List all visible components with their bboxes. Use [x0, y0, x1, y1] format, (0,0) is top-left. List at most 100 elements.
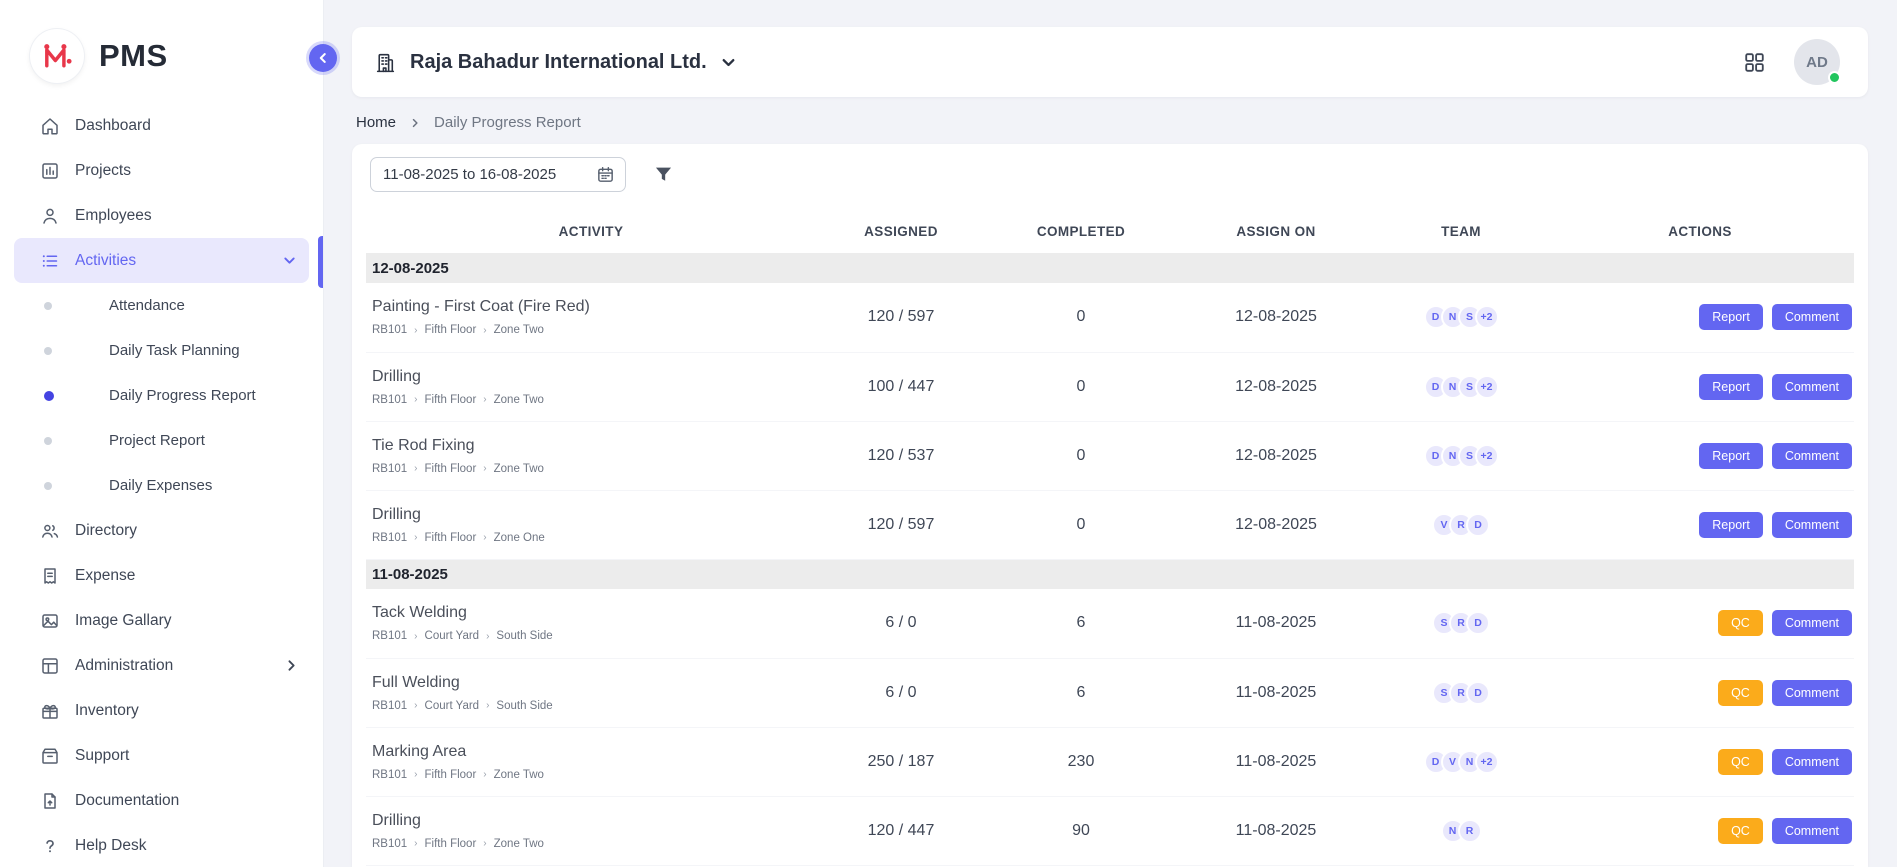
sidebar-item-documentation[interactable]: Documentation — [0, 778, 323, 823]
team-avatar-stack: VRD — [1432, 513, 1490, 537]
sidebar-item-projects[interactable]: Projects — [0, 148, 323, 193]
company-selector[interactable]: Raja Bahadur International Ltd. — [374, 51, 737, 74]
comment-button[interactable]: Comment — [1772, 512, 1852, 538]
sidebar-subitem-daily-task-planning[interactable]: Daily Task Planning — [0, 328, 323, 373]
group-date-label: 11-08-2025 — [366, 559, 1854, 589]
breadcrumb-home[interactable]: Home — [356, 114, 396, 131]
comment-button[interactable]: Comment — [1772, 304, 1852, 330]
completed-value: 0 — [986, 352, 1176, 421]
qc-button[interactable]: QC — [1718, 680, 1763, 706]
comment-button[interactable]: Comment — [1772, 443, 1852, 469]
bullet-dot-icon — [44, 482, 52, 490]
sidebar-subitem-daily-progress-report[interactable]: Daily Progress Report — [0, 373, 323, 418]
report-button[interactable]: Report — [1699, 374, 1763, 400]
expense-icon — [40, 566, 60, 586]
sidebar-subitem-label: Daily Task Planning — [109, 342, 240, 359]
column-header-assigned: ASSIGNED — [816, 209, 986, 253]
row-actions: Report Comment — [1546, 304, 1852, 330]
chevron-separator: › — [414, 631, 417, 642]
location-crumb: RB101 — [372, 700, 407, 712]
sidebar-subitem-label: Daily Progress Report — [109, 387, 256, 404]
sidebar-item-label: Expense — [75, 567, 135, 585]
activity-location-path: RB101›Fifth Floor›Zone Two — [372, 463, 816, 475]
column-header-completed: COMPLETED — [986, 209, 1176, 253]
assign-on-date: 11-08-2025 — [1176, 658, 1376, 727]
assign-on-date: 12-08-2025 — [1176, 490, 1376, 559]
comment-button[interactable]: Comment — [1772, 818, 1852, 844]
report-button[interactable]: Report — [1699, 443, 1763, 469]
sidebar-subitem-project-report[interactable]: Project Report — [0, 418, 323, 463]
sidebar-item-expense[interactable]: Expense — [0, 553, 323, 598]
filter-funnel-icon[interactable] — [653, 164, 674, 185]
sidebar-item-image-gallary[interactable]: Image Gallary — [0, 598, 323, 643]
location-crumb: RB101 — [372, 838, 407, 850]
sidebar-item-employees[interactable]: Employees — [0, 193, 323, 238]
date-range-input[interactable]: 11-08-2025 to 16-08-2025 — [370, 157, 626, 192]
assigned-value: 6 / 0 — [816, 589, 986, 658]
team-avatar-stack: SRD — [1432, 611, 1490, 635]
date-group-row: 11-08-2025 — [366, 559, 1854, 589]
sidebar-subitem-daily-expenses[interactable]: Daily Expenses — [0, 463, 323, 508]
apps-grid-icon[interactable] — [1743, 51, 1766, 74]
team-avatar-stack: DNS+2 — [1424, 375, 1499, 399]
team-more-badge[interactable]: +2 — [1475, 750, 1499, 774]
content-card: 11-08-2025 to 16-08-2025 — [352, 144, 1868, 867]
avatar-initials: AD — [1806, 54, 1828, 71]
sidebar-item-activities[interactable]: Activities — [14, 238, 309, 283]
location-crumb: Fifth Floor — [425, 394, 477, 406]
sidebar-item-directory[interactable]: Directory — [0, 508, 323, 553]
breadcrumb-current: Daily Progress Report — [434, 114, 581, 131]
bullet-dot-icon — [44, 437, 52, 445]
team-more-badge[interactable]: +2 — [1475, 305, 1499, 329]
sidebar-item-inventory[interactable]: Inventory — [0, 688, 323, 733]
sidebar-subitem-label: Project Report — [109, 432, 205, 449]
activity-row: Full WeldingRB101›Court Yard›South Side6… — [366, 658, 1854, 727]
sidebar-item-help-desk[interactable]: Help Desk — [0, 823, 323, 867]
location-crumb: Fifth Floor — [425, 463, 477, 475]
activity-row: DrillingRB101›Fifth Floor›Zone One120 / … — [366, 490, 1854, 559]
activities-icon — [40, 251, 60, 271]
activity-title: Tack Welding — [372, 604, 816, 622]
comment-button[interactable]: Comment — [1772, 680, 1852, 706]
team-member-avatar[interactable]: D — [1466, 681, 1490, 705]
row-actions: Report Comment — [1546, 374, 1852, 400]
sidebar-subitem-label: Attendance — [109, 297, 185, 314]
projects-icon — [40, 161, 60, 181]
main-area: Raja Bahadur International Ltd. AD — [323, 0, 1897, 867]
qc-button[interactable]: QC — [1718, 818, 1763, 844]
chevron-separator: › — [414, 532, 417, 543]
sidebar-item-dashboard[interactable]: Dashboard — [0, 103, 323, 148]
report-button[interactable]: Report — [1699, 304, 1763, 330]
employees-icon — [40, 206, 60, 226]
comment-button[interactable]: Comment — [1772, 610, 1852, 636]
assign-on-date: 11-08-2025 — [1176, 796, 1376, 865]
qc-button[interactable]: QC — [1718, 610, 1763, 636]
chevron-separator: › — [414, 463, 417, 474]
comment-button[interactable]: Comment — [1772, 749, 1852, 775]
logo — [30, 29, 84, 83]
date-range-value: 11-08-2025 to 16-08-2025 — [383, 166, 556, 183]
team-more-badge[interactable]: +2 — [1475, 444, 1499, 468]
sidebar-item-administration[interactable]: Administration — [0, 643, 323, 688]
team-member-avatar[interactable]: D — [1466, 611, 1490, 635]
team-member-avatar[interactable]: D — [1466, 513, 1490, 537]
sidebar-item-label: Image Gallary — [75, 612, 171, 630]
location-crumb: Fifth Floor — [425, 769, 477, 781]
topbar-right: AD — [1743, 39, 1840, 85]
chevron-separator: › — [486, 700, 489, 711]
team-more-badge[interactable]: +2 — [1475, 375, 1499, 399]
report-button[interactable]: Report — [1699, 512, 1763, 538]
row-actions: QC Comment — [1546, 749, 1852, 775]
location-crumb: Zone Two — [494, 463, 544, 475]
sidebar-item-label: Inventory — [75, 702, 139, 720]
sidebar-subitem-attendance[interactable]: Attendance — [0, 283, 323, 328]
team-member-avatar[interactable]: R — [1458, 819, 1482, 843]
qc-button[interactable]: QC — [1718, 749, 1763, 775]
sidebar-item-support[interactable]: Support — [0, 733, 323, 778]
activity-title: Drilling — [372, 506, 816, 524]
comment-button[interactable]: Comment — [1772, 374, 1852, 400]
sidebar-item-label: Administration — [75, 657, 173, 675]
activity-row: Tack WeldingRB101›Court Yard›South Side6… — [366, 589, 1854, 658]
user-avatar[interactable]: AD — [1794, 39, 1840, 85]
sidebar-collapse-button[interactable] — [309, 44, 337, 72]
